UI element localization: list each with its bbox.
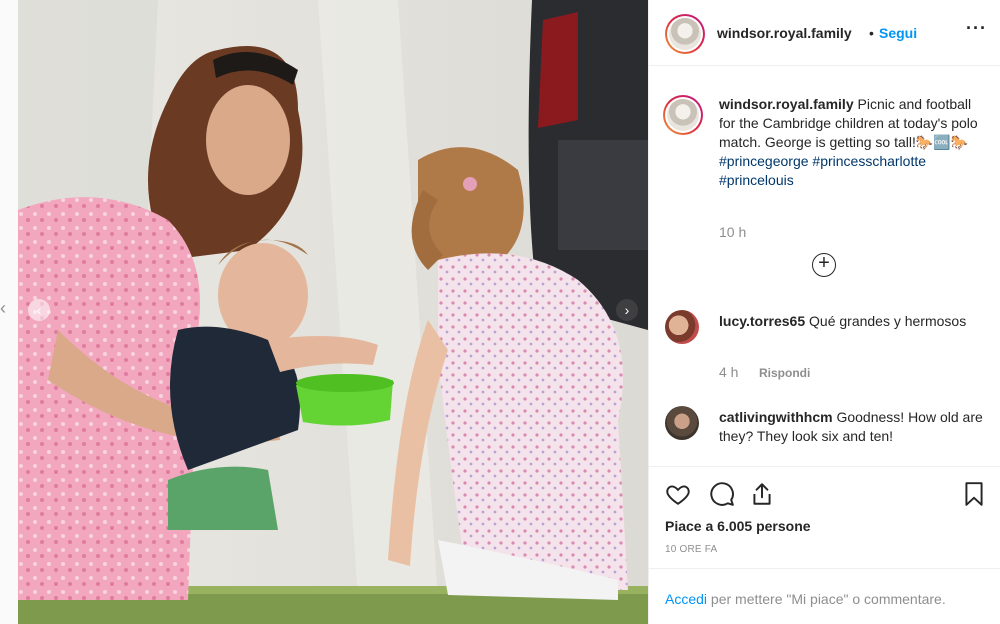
carousel-prev-button[interactable]: ‹ [28, 299, 50, 321]
follow-button[interactable]: Segui [879, 25, 917, 41]
more-horizontal-icon[interactable]: ··· [966, 18, 987, 39]
chevron-left-icon[interactable]: ‹ [0, 298, 10, 318]
comment-time[interactable]: 4 h [719, 364, 738, 380]
share-icon[interactable] [749, 481, 775, 507]
post-timestamp[interactable]: 10 ORE FA [665, 544, 717, 555]
post-photo[interactable]: ‹ › [18, 0, 648, 624]
reply-button[interactable]: Rispondi [759, 366, 810, 380]
hashtag-link[interactable]: #princelouis [719, 172, 794, 188]
heart-icon[interactable] [665, 481, 691, 507]
hashtag-link[interactable]: #princegeorge [719, 153, 809, 169]
separator-dot: • [869, 25, 874, 41]
hashtag-link[interactable]: #princesscharlotte [812, 153, 926, 169]
caption-body: windsor.royal.family Picnic and football… [719, 95, 985, 190]
commenter-avatar[interactable] [665, 310, 699, 344]
caption-time[interactable]: 10 h [719, 224, 746, 240]
likes-count[interactable]: Piace a 6.005 persone [665, 518, 811, 534]
login-prompt-suffix: per mettere "Mi piace" o commentare. [707, 591, 946, 607]
post-actions: Piace a 6.005 persone 10 ORE FA [649, 466, 1000, 566]
post-side-panel: windsor.royal.family • Segui ··· windsor… [648, 0, 1000, 624]
commenter-username[interactable]: lucy.torres65 [719, 313, 805, 329]
login-prompt-text: Accedi per mettere "Mi piace" o commenta… [665, 591, 946, 607]
page-gutter: ‹ [0, 0, 18, 624]
chevron-left-icon: ‹ [36, 302, 42, 318]
carousel-next-button[interactable]: › [616, 299, 638, 321]
plus-circle-icon[interactable]: + [812, 253, 836, 277]
comment-icon[interactable] [709, 481, 735, 507]
author-avatar[interactable] [665, 14, 705, 54]
caption-avatar[interactable] [663, 95, 703, 135]
comment-body: lucy.torres65 Qué grandes y hermosos [719, 312, 985, 331]
post-header: windsor.royal.family • Segui ··· [649, 0, 1000, 66]
bookmark-icon[interactable] [961, 481, 987, 507]
comment-body: catlivingwithhcm Goodness! How old are t… [719, 408, 985, 446]
login-prompt: Accedi per mettere "Mi piace" o commenta… [649, 568, 1000, 624]
caption-username[interactable]: windsor.royal.family [719, 96, 854, 112]
commenter-avatar[interactable] [665, 406, 699, 440]
comment-text: Qué grandes y hermosos [805, 313, 967, 329]
commenter-username[interactable]: catlivingwithhcm [719, 409, 833, 425]
comments-list[interactable]: windsor.royal.family Picnic and football… [649, 67, 1000, 466]
photo-illustration [18, 0, 648, 624]
author-username[interactable]: windsor.royal.family [717, 25, 852, 41]
login-link[interactable]: Accedi [665, 591, 707, 607]
chevron-right-icon: › [624, 302, 630, 318]
